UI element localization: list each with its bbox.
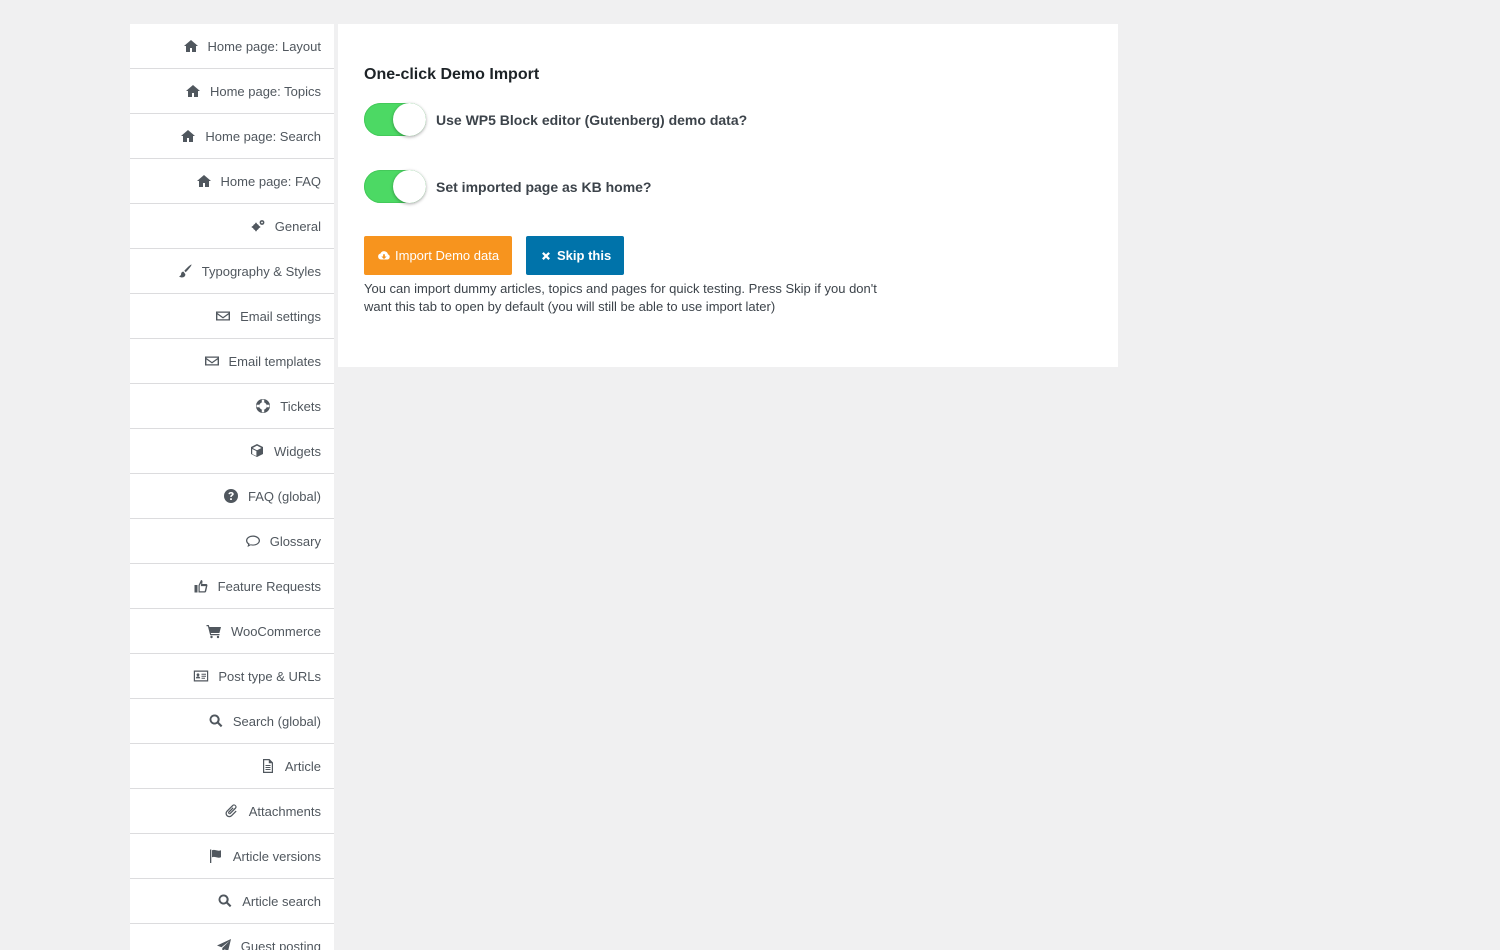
sidebar-item-article-versions[interactable]: Article versions	[130, 834, 334, 879]
home-icon	[182, 37, 200, 55]
sidebar-item-label: Glossary	[269, 533, 321, 549]
sidebar-item-home-page-faq[interactable]: Home page: FAQ	[130, 159, 334, 204]
thumbs-up-icon	[192, 577, 210, 595]
sidebar-item-attachments[interactable]: Attachments	[130, 789, 334, 834]
sidebar-item-woocommerce[interactable]: WooCommerce	[130, 609, 334, 654]
sidebar-item-home-page-topics[interactable]: Home page: Topics	[130, 69, 334, 114]
sidebar-item-label: Search (global)	[232, 713, 321, 729]
sidebar-item-label: Guest posting	[240, 938, 321, 950]
home-icon	[184, 82, 202, 100]
kb-home-label: Set imported page as KB home?	[436, 178, 652, 195]
document-icon	[259, 757, 277, 775]
sidebar-item-email-settings[interactable]: Email settings	[130, 294, 334, 339]
sidebar-item-feature-requests[interactable]: Feature Requests	[130, 564, 334, 609]
sidebar-item-label: General	[274, 218, 321, 234]
sidebar-item-tickets[interactable]: Tickets	[130, 384, 334, 429]
paintbrush-icon	[176, 262, 194, 280]
sidebar-item-guest-posting[interactable]: Guest posting	[130, 924, 334, 950]
sidebar-item-label: Attachments	[248, 803, 321, 819]
sidebar-item-home-page-search[interactable]: Home page: Search	[130, 114, 334, 159]
speech-bubble-icon	[244, 532, 262, 550]
sidebar-item-label: Email settings	[240, 308, 321, 324]
home-icon	[179, 127, 197, 145]
sidebar-item-widgets[interactable]: Widgets	[130, 429, 334, 474]
sidebar-item-label: Home page: Layout	[207, 38, 321, 54]
sidebar-item-label: FAQ (global)	[248, 488, 321, 504]
sidebar-item-label: Article versions	[232, 848, 321, 864]
toggle-knob	[393, 170, 426, 203]
paperclip-icon	[223, 802, 241, 820]
sidebar-item-label: WooCommerce	[230, 623, 321, 639]
search-icon	[207, 712, 225, 730]
sidebar-item-article-search[interactable]: Article search	[130, 879, 334, 924]
search-icon	[216, 892, 234, 910]
sidebar-item-home-page-layout[interactable]: Home page: Layout	[130, 24, 334, 69]
cube-icon	[248, 442, 266, 460]
sidebar-item-label: Article	[284, 758, 321, 774]
import-demo-label: Import Demo data	[395, 248, 500, 263]
kb-home-toggle[interactable]	[364, 170, 426, 203]
sidebar-item-label: Home page: FAQ	[220, 173, 321, 189]
demo-import-panel: One-click Demo Import Use WP5 Block edit…	[338, 24, 1118, 367]
sidebar-item-label: Widgets	[274, 443, 321, 459]
skip-label: Skip this	[557, 248, 612, 263]
flag-icon	[207, 847, 225, 865]
cloud-download-icon	[377, 249, 391, 263]
lifebuoy-icon	[254, 397, 272, 415]
sidebar-item-glossary[interactable]: Glossary	[130, 519, 334, 564]
home-icon	[195, 172, 213, 190]
gutenberg-demo-label: Use WP5 Block editor (Gutenberg) demo da…	[436, 111, 748, 128]
toggle-knob	[393, 103, 426, 136]
sidebar-item-label: Typography & Styles	[201, 263, 321, 279]
paper-plane-icon	[215, 937, 233, 950]
sidebar-item-label: Article search	[242, 893, 321, 909]
envelope-icon	[214, 307, 232, 325]
panel-title: One-click Demo Import	[364, 66, 540, 83]
cart-icon	[205, 622, 223, 640]
import-help-text: You can import dummy articles, topics an…	[364, 281, 877, 314]
gears-icon	[249, 217, 267, 235]
gutenberg-demo-toggle[interactable]	[364, 103, 426, 136]
sidebar-item-label: Feature Requests	[217, 578, 321, 594]
sidebar-item-email-templates[interactable]: Email templates	[130, 339, 334, 384]
toggle-row-gutenberg: Use WP5 Block editor (Gutenberg) demo da…	[364, 103, 747, 136]
sidebar-item-faq-global[interactable]: FAQ (global)	[130, 474, 334, 519]
question-circle-icon	[222, 487, 240, 505]
sidebar-item-label: Tickets	[280, 398, 321, 414]
import-demo-button[interactable]: Import Demo data	[364, 236, 513, 275]
settings-sidebar: Home page: Layout Home page: Topics Home p…	[130, 24, 334, 950]
sidebar-item-label: Email templates	[228, 353, 321, 369]
id-card-icon	[192, 667, 210, 685]
envelope-icon	[203, 352, 221, 370]
sidebar-item-label: Post type & URLs	[218, 668, 321, 684]
close-icon	[539, 249, 553, 263]
toggle-row-kb-home: Set imported page as KB home?	[364, 170, 651, 203]
skip-button[interactable]: Skip this	[526, 236, 625, 275]
sidebar-item-post-type-urls[interactable]: Post type & URLs	[130, 654, 334, 699]
sidebar-item-general[interactable]: General	[130, 204, 334, 249]
sidebar-item-typography-styles[interactable]: Typography & Styles	[130, 249, 334, 294]
sidebar-item-search-global[interactable]: Search (global)	[130, 699, 334, 744]
sidebar-item-article[interactable]: Article	[130, 744, 334, 789]
sidebar-item-label: Home page: Search	[205, 128, 321, 144]
sidebar-item-label: Home page: Topics	[209, 83, 321, 99]
